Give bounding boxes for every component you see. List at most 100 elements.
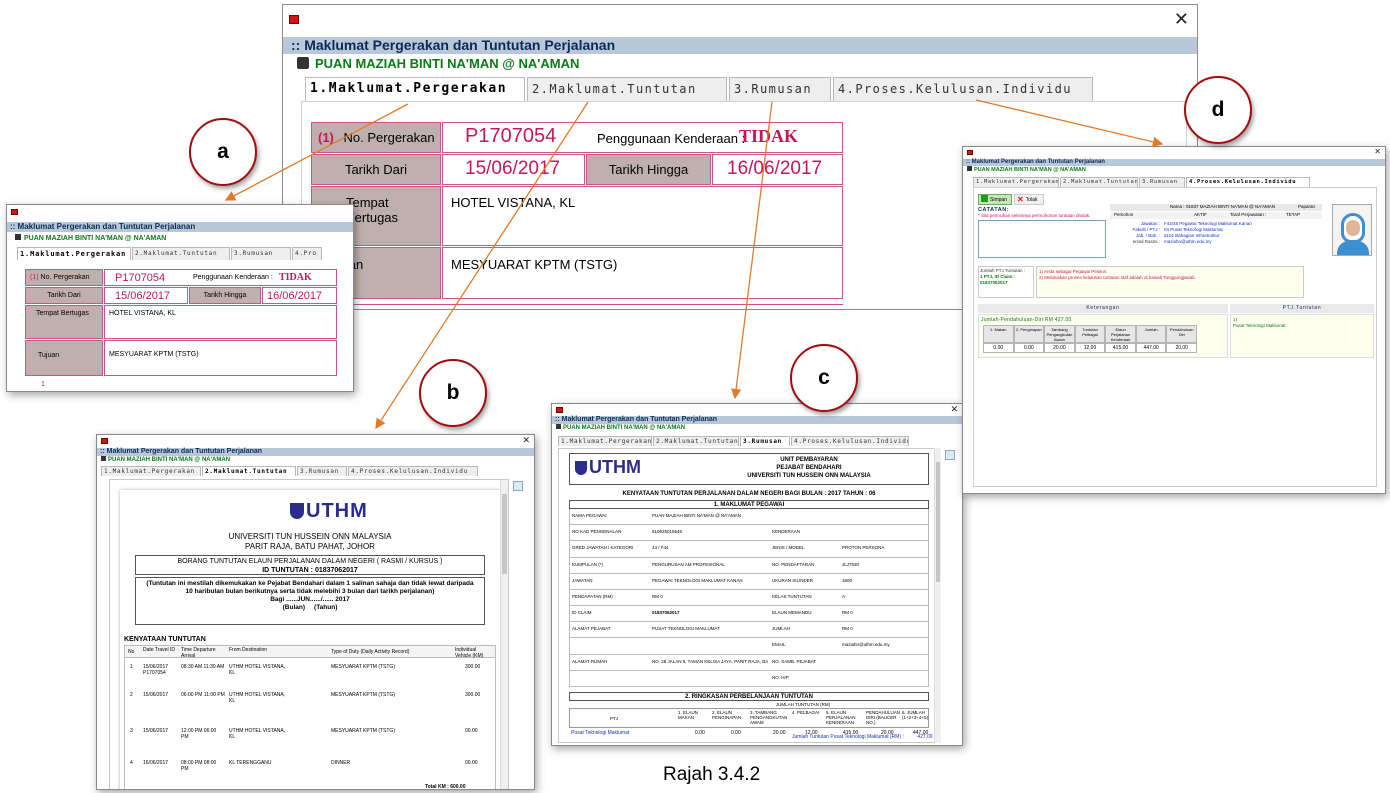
tab-maklumat-pergerakan[interactable]: 1.Maklumat.Pergerakan — [973, 177, 1059, 187]
tarikh-dari-field[interactable]: 15/06/2017 — [104, 287, 188, 304]
form-panel: (1) No. Pergerakan P1707054 Penggunaan K… — [25, 269, 337, 383]
tab-maklumat-pergerakan[interactable]: 1.Maklumat.Pergerakan — [17, 247, 131, 260]
scroll-thumb[interactable] — [936, 462, 940, 582]
tab-maklumat-tuntutan[interactable]: 2.Maklumat.Tuntutan — [527, 77, 727, 101]
address: PARIT RAJA, BATU PAHAT, JOHOR — [245, 542, 375, 551]
total-value: 600.00 — [450, 784, 466, 790]
col-no: No — [128, 649, 135, 655]
title-bar: :: Maklumat Pergerakan dan Tuntutan Perj… — [552, 416, 962, 424]
detail-cell: KELAS TUNTUTAN — [772, 593, 812, 599]
total-label: Total KM : — [425, 784, 449, 790]
table-header: No Date Travel ID Time Departure Arrival… — [125, 646, 495, 659]
tempat-field[interactable]: HOTEL VISTANA, KL — [104, 305, 337, 339]
catatan-field[interactable] — [978, 220, 1106, 258]
tab-proses-kelulusan[interactable]: 4.Proses.Kelulusan.Individu — [833, 77, 1093, 101]
summary-columns: PTJ 1. ELAUN MAKAN 2. ELAUN PENGINAPAN 3… — [569, 708, 929, 728]
detail-cell: JENIS / MODEL — [772, 545, 805, 551]
cell: 16/06/2017 — [143, 760, 169, 766]
tempat-value: HOTEL VISTANA, KL — [451, 195, 576, 210]
close-icon[interactable]: ✕ — [1174, 9, 1189, 30]
user-name: PUAN MAZIAH BINTI NA'MAN @ NA'AMAN — [15, 234, 166, 242]
scroll-thumb[interactable] — [502, 494, 507, 574]
close-icon[interactable]: ✕ — [522, 436, 530, 446]
ptj-name[interactable]: Pusat Teknologi Maklumat — [1233, 323, 1371, 329]
detail-row: PENDAPATAN (RM) RM 0 KELAS TUNTUTAN A — [569, 589, 929, 607]
tab-maklumat-tuntutan[interactable]: 2.Maklumat.Tuntutan — [202, 466, 296, 476]
toolbar-button[interactable] — [945, 450, 955, 460]
tab-maklumat-tuntutan[interactable]: 2.Maklumat.Tuntutan — [653, 436, 739, 446]
app-icon — [11, 209, 18, 215]
approval-panel: Simpan ✕ Tolak CATATAN: * Sila perincikan… — [973, 187, 1377, 487]
detail-cell: JUMLAH — [772, 626, 791, 632]
cell: 2 — [130, 692, 133, 698]
tarikh-hingga-field[interactable]: 16/06/2017 — [262, 287, 337, 304]
tab-proses-kelulusan[interactable]: 4.Proses.Kelulusan.Individu — [1186, 177, 1310, 187]
tab-maklumat-pergerakan[interactable]: 1.Maklumat.Pergerakan — [305, 77, 525, 101]
app-icon — [556, 407, 563, 413]
title-bar: :: Maklumat Pergerakan dan Tuntutan Perj… — [7, 222, 353, 232]
status-row: Pemohon AKTIF Taraf Perjawatan : TETAP — [1110, 212, 1322, 219]
tab-rumusan[interactable]: 3.Rumusan — [729, 77, 831, 101]
jawatan-labels: Jawatan : Fakulti / PTJ : Jab. / Bah. : … — [1110, 221, 1160, 245]
section-1-title: 1. MAKLUMAT PEGAWAI — [569, 500, 929, 509]
user-icon — [556, 424, 561, 429]
detail-cell: PENGURUSAN AM PROFESIONAL — [652, 561, 725, 567]
tab-maklumat-pergerakan[interactable]: 1.Maklumat.Pergerakan — [558, 436, 652, 446]
user-icon — [967, 166, 972, 171]
tab-rumusan[interactable]: 3.Rumusan — [740, 436, 790, 446]
tab-maklumat-pergerakan[interactable]: 1.Maklumat.Pergerakan — [101, 466, 201, 476]
simpan-button[interactable]: Simpan — [978, 194, 1012, 205]
expense-value: 12.00 — [1074, 343, 1106, 353]
footer-total: Jumlah Tuntutan Pusat Teknologi Maklumat… — [792, 734, 933, 740]
user-name: PUAN MAZIAH BINTI NA'MAN @ NA'AMAN — [297, 56, 579, 71]
paparan-label: Paparan — [1298, 204, 1316, 209]
unit-title: UNIT PEMBAYARAN PEJABAT BENDAHARI UNIVER… — [709, 456, 909, 480]
callout-a: a — [189, 118, 257, 186]
cell: 08:30 AM 11:30 AM — [181, 664, 225, 670]
tab-rumusan[interactable]: 3.Rumusan — [297, 466, 347, 476]
tarikh-dari-field[interactable]: 15/06/2017 — [442, 154, 585, 185]
tab-rumusan[interactable]: 3.Rumusan — [1139, 177, 1185, 187]
detail-cell: A — [842, 593, 846, 599]
tarikh-hingga-value: 16/06/2017 — [727, 158, 823, 179]
scrollbar[interactable] — [500, 480, 508, 789]
tab-bar: 1.Maklumat.Pergerakan 2.Maklumat.Tuntuta… — [17, 247, 322, 260]
app-icon — [289, 15, 299, 24]
kenderaan-value: TIDAK — [739, 126, 799, 146]
close-icon[interactable]: ✕ — [950, 405, 958, 415]
row-number: (1) — [318, 130, 334, 145]
university-name: UNIVERSITI TUN HUSSEIN ONN MALAYSIA — [228, 532, 392, 541]
cell: 15/06/2017 P1707054 — [143, 664, 169, 676]
col-from: From Destination — [229, 647, 268, 653]
expense-col-header: 1. Makan — [983, 325, 1014, 343]
tempat-field[interactable]: HOTEL VISTANA, KL — [442, 186, 843, 246]
tarikh-hingga-field[interactable]: 16/06/2017 — [712, 154, 843, 185]
tab-rumusan[interactable]: 3.Rumusan — [231, 247, 291, 260]
jawatan-values: F44/48 Pegawai Teknologi Maklumat Kanan … — [1164, 221, 1314, 245]
expense-table: 1. Makan 0.00 2. Penginapan 0.00 Tambang Pen… — [983, 325, 1197, 355]
tab-proses-kelulusan[interactable]: 4.Proses.Kelulusan.Individu — [348, 466, 478, 476]
title-bar: :: Maklumat Pergerakan dan Tuntutan Perj… — [97, 448, 534, 456]
ptj-tuntutan-header: PTJ.Tuntutan — [1230, 304, 1374, 313]
close-icon[interactable]: ✕ — [1374, 147, 1381, 156]
scrollbar[interactable] — [934, 448, 941, 743]
tolak-button[interactable]: ✕ Tolak — [1014, 194, 1044, 205]
tujuan-field[interactable]: MESYUARAT KPTM (TSTG) — [442, 247, 843, 299]
tab-maklumat-tuntutan[interactable]: 2.Maklumat.Tuntutan — [132, 247, 230, 260]
tab-maklumat-tuntutan[interactable]: 2.Maklumat.Tuntutan — [1060, 177, 1138, 187]
detail-cell: JAWATAN — [572, 577, 593, 583]
table-row: 2 15/06/2017 06:00 PM 11:00 PM UTHM HOTE… — [125, 690, 495, 714]
panel-d: ✕ :: Maklumat Pergerakan dan Tuntutan Pe… — [962, 146, 1386, 494]
ptj-link[interactable]: Pusat Teknologi Maklumat — [571, 730, 629, 736]
cell: 00.00 — [465, 760, 478, 766]
document-page: UTHM UNIVERSITI TUN HUSSEIN ONN MALAYSIA… — [120, 490, 500, 790]
bagi-line: Bagi ......JUN....../...... 2017 — [270, 596, 350, 603]
tetap-value: TETAP — [1286, 212, 1301, 217]
tab-proses[interactable]: 4.Pro — [292, 247, 322, 260]
tujuan-field[interactable]: MESYUARAT KPTM (TSTG) — [104, 340, 337, 376]
ptj-claim-value: 01837062017 — [980, 280, 1008, 285]
toolbar-button[interactable] — [513, 481, 523, 491]
tab-proses-kelulusan[interactable]: 4.Proses.Kelulusan.Individu — [791, 436, 909, 446]
detail-cell: 1600 — [842, 577, 853, 583]
detail-row: GRED JAWATAN / KATEGORI 44 / F44 JENIS / M… — [569, 541, 929, 558]
